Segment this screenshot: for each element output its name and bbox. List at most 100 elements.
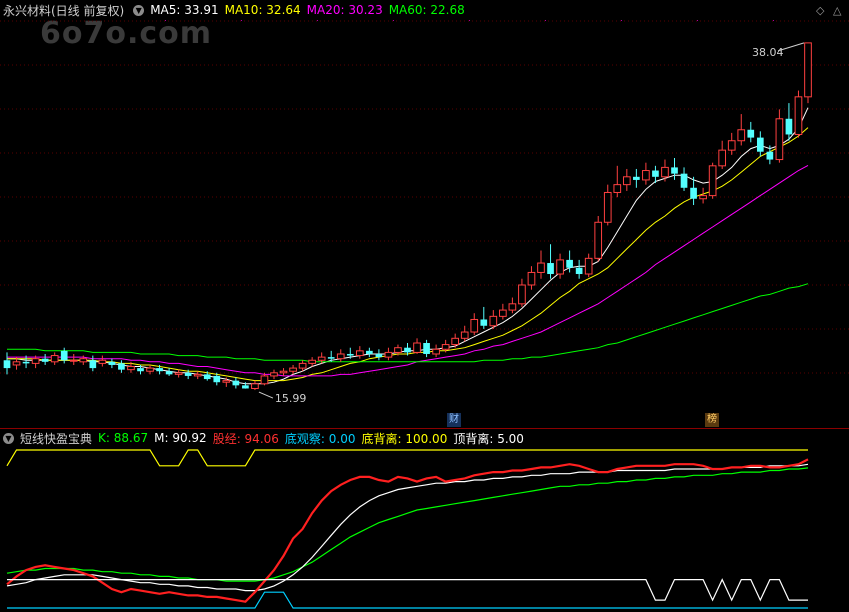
ma20-label: MA20: 30.23 bbox=[306, 3, 383, 17]
m-line bbox=[6, 463, 809, 592]
candle-body bbox=[69, 359, 78, 362]
candle-body bbox=[308, 359, 316, 364]
candle-body bbox=[413, 342, 421, 353]
candle-body bbox=[489, 315, 498, 327]
candle-body bbox=[355, 350, 364, 357]
candle-body bbox=[613, 184, 622, 193]
low-arrow bbox=[258, 391, 274, 399]
candle-body bbox=[584, 257, 593, 275]
finance-marker[interactable]: 财 bbox=[447, 413, 461, 427]
candle-body bbox=[460, 331, 469, 339]
dingbeili-label: 顶背离: 5.00 bbox=[453, 431, 524, 446]
candle-body bbox=[747, 129, 755, 138]
candle-body bbox=[193, 373, 202, 377]
m-label: M: 90.92 bbox=[154, 431, 207, 445]
candle-body bbox=[441, 344, 450, 350]
candle-body bbox=[499, 309, 507, 317]
candle-body bbox=[680, 173, 688, 188]
candle-body bbox=[260, 375, 269, 385]
candle-body bbox=[232, 380, 240, 386]
candle-body bbox=[366, 350, 373, 354]
candle-body bbox=[279, 370, 288, 374]
candle-body bbox=[652, 170, 659, 177]
ma60-label: MA60: 22.68 bbox=[388, 3, 465, 17]
ma-line-ma10 bbox=[7, 127, 809, 382]
indicator-header: ▼ 短线快盈宝典 K: 88.67 M: 90.92 股经: 94.06 底观察… bbox=[0, 428, 530, 448]
indicator-name[interactable]: 短线快盈宝典 bbox=[20, 430, 92, 447]
candle-body bbox=[108, 361, 116, 365]
candle-body bbox=[156, 368, 163, 372]
candle-body bbox=[518, 284, 526, 305]
candle-body bbox=[727, 140, 736, 151]
candle-body bbox=[661, 166, 669, 178]
candle-body bbox=[794, 96, 803, 135]
candle-body bbox=[547, 263, 554, 275]
candle-body bbox=[251, 383, 259, 389]
candle-body bbox=[622, 176, 631, 186]
candle-body bbox=[756, 137, 764, 152]
candle-body bbox=[22, 361, 30, 364]
candle-body bbox=[270, 372, 278, 377]
candle-body bbox=[785, 118, 793, 135]
candlestick-chart[interactable]: 38.04 15.99 bbox=[0, 20, 849, 430]
chevron-circle-icon[interactable]: ▼ bbox=[133, 4, 145, 16]
candle-body bbox=[566, 259, 573, 268]
candle-body bbox=[375, 353, 383, 358]
candle-body bbox=[594, 221, 603, 259]
candle-body bbox=[222, 380, 231, 383]
indicator-chart[interactable] bbox=[0, 448, 849, 610]
candle-body bbox=[79, 358, 88, 363]
candle-body bbox=[527, 271, 536, 286]
candle-body bbox=[470, 318, 479, 333]
candle-body bbox=[242, 385, 249, 389]
candle-body bbox=[184, 372, 192, 376]
candle-body bbox=[451, 337, 460, 346]
candle-body bbox=[642, 170, 650, 181]
candle-body bbox=[146, 367, 154, 372]
candle-body bbox=[41, 358, 49, 362]
candle-body bbox=[137, 368, 144, 372]
gujing-label: 股经: 94.06 bbox=[212, 431, 279, 446]
candle-body bbox=[98, 359, 107, 364]
dibeili-label: 底背离: 100.00 bbox=[361, 431, 448, 446]
candle-body bbox=[50, 355, 59, 363]
ma10-label: MA10: 32.64 bbox=[224, 3, 301, 17]
candle-body bbox=[480, 319, 488, 326]
ma-line-ma5 bbox=[7, 107, 809, 385]
candle-body bbox=[432, 348, 440, 355]
candle-body bbox=[423, 343, 430, 354]
candle-body bbox=[165, 371, 173, 375]
triangle-icon[interactable]: △ bbox=[833, 4, 841, 17]
low-price-label: 15.99 bbox=[275, 392, 307, 405]
candle-body bbox=[804, 42, 812, 98]
k-line bbox=[6, 467, 809, 582]
candle-body bbox=[174, 372, 183, 375]
candle-body bbox=[3, 360, 11, 369]
candle-body bbox=[384, 351, 393, 358]
candle-body bbox=[336, 353, 345, 360]
ma5-label: MA5: 33.91 bbox=[150, 3, 219, 17]
candle-body bbox=[766, 151, 774, 160]
candle-body bbox=[404, 347, 411, 353]
diamond-icon[interactable]: ◇ bbox=[816, 4, 824, 17]
stock-title[interactable]: 永兴材料(日线 前复权) bbox=[3, 2, 124, 19]
candle-body bbox=[118, 363, 125, 370]
candle-body bbox=[60, 350, 68, 361]
candle-body bbox=[327, 357, 335, 359]
candle-body bbox=[203, 374, 211, 380]
candle-body bbox=[31, 358, 40, 364]
candle-body bbox=[298, 362, 307, 369]
candle-body bbox=[508, 303, 517, 311]
candle-body bbox=[346, 353, 354, 356]
candle-body bbox=[537, 262, 545, 273]
candle-body bbox=[127, 366, 135, 371]
candle-body bbox=[633, 176, 640, 180]
candle-body bbox=[690, 187, 697, 199]
candle-body bbox=[708, 165, 717, 197]
candle-body bbox=[603, 191, 612, 223]
candle-body bbox=[394, 347, 402, 353]
ranking-marker[interactable]: 榜 bbox=[705, 413, 719, 427]
candle-body bbox=[12, 361, 21, 366]
candle-body bbox=[556, 259, 564, 275]
chevron-circle-icon[interactable]: ▼ bbox=[3, 432, 14, 444]
